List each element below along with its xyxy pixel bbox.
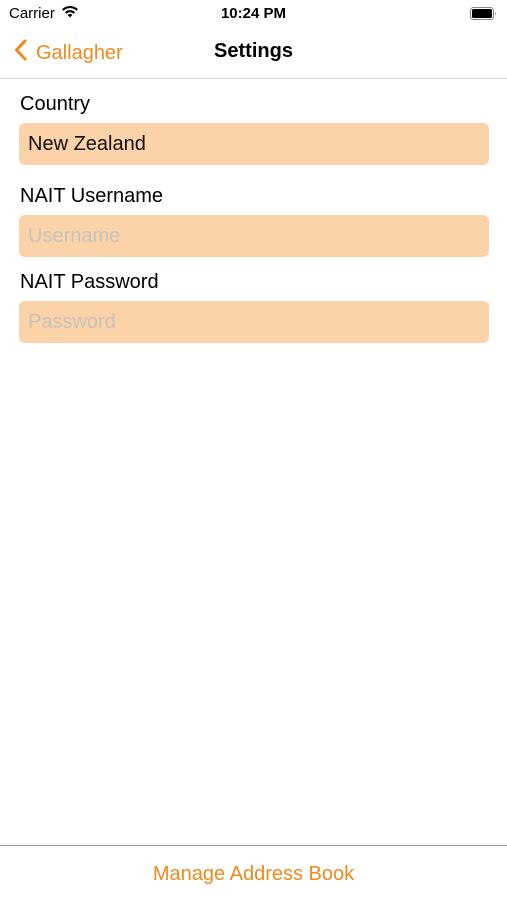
nait-username-field-container [19,215,489,257]
status-time: 10:24 PM [220,5,287,22]
navigation-bar: Gallagher Settings [0,30,507,79]
nait-password-label: NAIT Password [20,271,159,293]
nait-password-field-container [19,301,489,343]
battery-icon [470,7,497,20]
country-field[interactable]: New Zealand [19,123,489,165]
manage-address-book-button[interactable]: Manage Address Book [0,863,507,886]
nait-username-label: NAIT Username [20,185,164,207]
country-value: New Zealand [28,132,146,155]
bottom-toolbar: Manage Address Book [0,845,507,900]
country-label: Country [20,93,91,115]
nait-password-input[interactable] [28,310,489,334]
status-bar: Carrier 10:24 PM [0,0,507,30]
nait-username-input[interactable] [28,224,489,248]
page-title: Settings [214,40,293,62]
